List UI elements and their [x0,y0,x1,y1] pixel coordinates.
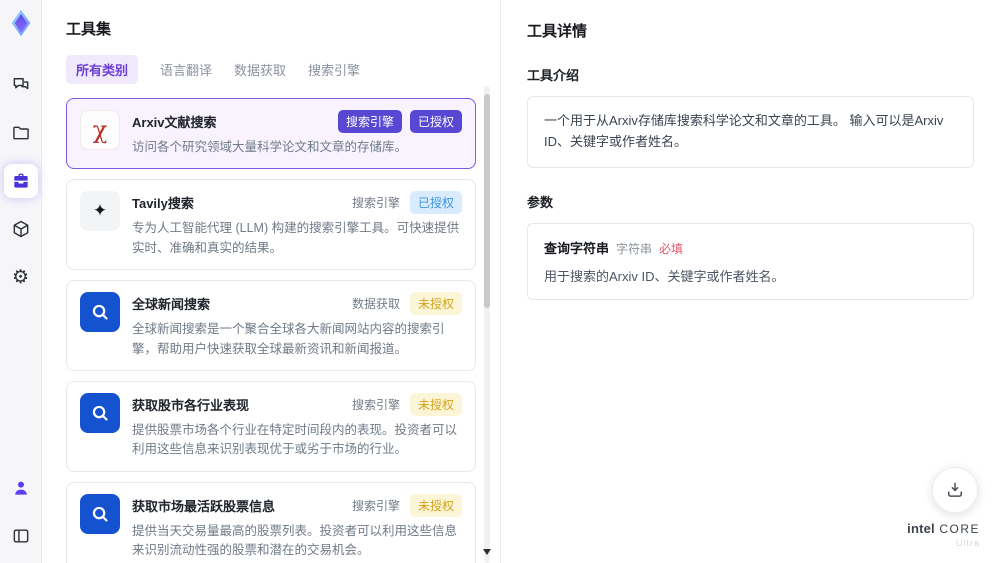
app-logo-gem-icon [11,9,30,37]
tool-desc: 专为人工智能代理 (LLM) 构建的搜索引擎工具。可快速提供实时、准确和真实的结… [132,221,460,255]
param-type: 字符串 [616,241,653,256]
intro-box: 一个用于从Arxiv存储库搜索科学论文和文章的工具。 输入可以是Arxiv ID… [527,96,974,168]
tool-category-badge: 数据获取 [351,297,400,312]
category-tabs: 所有类别 语言翻译 数据获取 搜索引擎 [66,55,500,84]
download-button[interactable] [932,467,978,513]
tool-head: Tavily搜索 搜索引擎 已授权 [132,191,462,215]
intel-logo-text: intel [907,520,935,536]
tool-badges: 数据获取 未授权 [350,292,462,316]
panel-toggle-icon [13,529,28,543]
tool-title: 获取股市各行业表现 [132,397,250,413]
tool-head: Arxiv文献搜索 搜索引擎 已授权 [132,110,462,133]
sidebar-item-tools[interactable] [3,164,38,198]
tool-icon [80,292,120,333]
folder-icon [12,126,29,140]
tool-list: χ Arxiv文献搜索 搜索引擎 已授权 访问各个研究领域大量科学论文和文章的存… [42,96,500,563]
tool-card[interactable]: ✦ Tavily搜索 搜索引擎 已授权 专为人工智能代理 (LLM) 构建的搜索… [66,179,476,271]
tool-category-badge: 搜索引擎 [337,110,402,133]
sidebar-item-account[interactable] [4,471,38,505]
tool-title: Tavily搜索 [132,196,194,212]
param-desc: 用于搜索的Arxiv ID、关键字或作者姓名。 [544,268,785,284]
gear-icon: ⚙ [11,266,30,288]
tool-icon: χ [80,110,120,150]
tab-language-translation[interactable]: 语言翻译 [160,55,212,84]
tool-auth-badge: 已授权 [409,110,462,133]
app-window: ⚙ 工具集 所有类别 语言翻译 数据获取 搜索引擎 χ Arxiv文献搜索 搜索… [0,0,1000,563]
download-icon [948,482,962,497]
tool-card[interactable]: 获取股市各行业表现 搜索引擎 未授权 提供股票市场各个行业在特定时间段内的表现。… [66,380,476,472]
tab-search-engine[interactable]: 搜索引擎 [308,55,360,84]
intro-heading: 工具介绍 [527,68,580,83]
scrollbar-thumb[interactable] [484,94,490,308]
tool-badges: 搜索引擎 未授权 [350,493,462,517]
page-title: 工具集 [66,21,112,38]
tavily-star-icon: ✦ [92,201,108,221]
tool-auth-badge: 未授权 [409,292,462,316]
sidebar-item-files[interactable] [4,116,38,150]
core-logo-text: core [939,521,980,536]
tool-category-badge: 搜索引擎 [351,397,400,412]
sidebar-item-models[interactable] [4,212,38,246]
tool-icon [80,493,120,534]
intel-core-logo: intel core Ultra [907,520,980,549]
sidebar-item-chat[interactable] [4,68,38,102]
search-logo-icon [92,304,108,320]
scroll-down-arrow-icon[interactable] [483,549,491,555]
tool-detail-panel: 工具详情 工具介绍 一个用于从Arxiv存储库搜索科学论文和文章的工具。 输入可… [500,0,1000,563]
tool-card[interactable]: 获取市场最活跃股票信息 搜索引擎 未授权 提供当天交易量最高的股票列表。投资者可… [66,481,476,563]
tool-head: 获取市场最活跃股票信息 搜索引擎 未授权 [132,493,462,517]
param-name: 查询字符串 [544,240,610,256]
tab-all-categories[interactable]: 所有类别 [66,55,139,84]
user-icon [14,481,27,495]
intro-text: 一个用于从Arxiv存储库搜索科学论文和文章的工具。 输入可以是Arxiv ID… [544,113,944,149]
toolbox-icon [13,173,28,188]
tool-body: 获取市场最活跃股票信息 搜索引擎 未授权 提供当天交易量最高的股票列表。投资者可… [132,493,462,561]
tools-panel: 工具集 所有类别 语言翻译 数据获取 搜索引擎 χ Arxiv文献搜索 搜索引擎… [42,0,500,563]
tool-badges: 搜索引擎 已授权 [350,191,462,215]
scrollbar-track[interactable] [484,86,490,563]
tool-desc: 提供股票市场各个行业在特定时间段内的表现。投资者可以利用这些信息来识别表现优于或… [132,422,458,457]
tool-title: 全球新闻搜索 [132,297,211,313]
tool-head: 全球新闻搜索 数据获取 未授权 [132,292,462,316]
detail-title: 工具详情 [527,23,588,40]
tab-data-fetch[interactable]: 数据获取 [234,55,286,84]
tool-auth-badge: 已授权 [409,191,462,215]
sidebar-item-collapse[interactable] [4,519,38,553]
tool-icon: ✦ [80,191,120,232]
params-heading: 参数 [527,194,554,210]
tool-body: 获取股市各行业表现 搜索引擎 未授权 提供股票市场各个行业在特定时间段内的表现。… [132,392,462,460]
tool-body: Arxiv文献搜索 搜索引擎 已授权 访问各个研究领域大量科学论文和文章的存储库… [132,110,462,157]
tool-auth-badge: 未授权 [409,392,462,416]
param-required-badge: 必填 [659,241,684,256]
param-header: 查询字符串 字符串 必填 [544,238,957,257]
tool-desc: 全球新闻搜索是一个聚合全球各大新闻网站内容的搜索引擎，帮助用户快速获取全球最新资… [132,322,445,356]
tool-body: 全球新闻搜索 数据获取 未授权 全球新闻搜索是一个聚合全球各大新闻网站内容的搜索… [132,292,462,359]
tool-head: 获取股市各行业表现 搜索引擎 未授权 [132,392,462,416]
cube-icon [13,220,28,238]
arxiv-logo-icon: χ [92,116,108,144]
sidebar-item-settings[interactable]: ⚙ [4,260,38,294]
search-logo-icon [92,506,108,522]
tool-badges: 搜索引擎 未授权 [350,392,462,416]
tool-desc: 访问各个研究领域大量科学论文和文章的存储库。 [132,140,408,154]
tool-category-badge: 搜索引擎 [351,498,400,513]
tool-card[interactable]: 全球新闻搜索 数据获取 未授权 全球新闻搜索是一个聚合全球各大新闻网站内容的搜索… [66,280,476,371]
search-logo-icon [92,405,108,421]
tool-desc: 提供当天交易量最高的股票列表。投资者可以利用这些信息来识别流动性强的股票和潜在的… [132,523,458,557]
tool-auth-badge: 未授权 [409,493,462,517]
tool-badges: 搜索引擎 已授权 [337,110,462,133]
tool-title: Arxiv文献搜索 [132,115,217,130]
chat-icon [13,78,28,90]
tool-category-badge: 搜索引擎 [351,196,400,211]
param-box: 查询字符串 字符串 必填 用于搜索的Arxiv ID、关键字或作者姓名。 [527,222,974,300]
tool-icon [80,392,120,433]
sidebar: ⚙ [0,0,42,563]
ultra-logo-text: Ultra [955,538,980,549]
tool-title: 获取市场最活跃股票信息 [132,498,276,514]
tool-card[interactable]: χ Arxiv文献搜索 搜索引擎 已授权 访问各个研究领域大量科学论文和文章的存… [66,98,476,170]
tool-body: Tavily搜索 搜索引擎 已授权 专为人工智能代理 (LLM) 构建的搜索引擎… [132,191,462,258]
